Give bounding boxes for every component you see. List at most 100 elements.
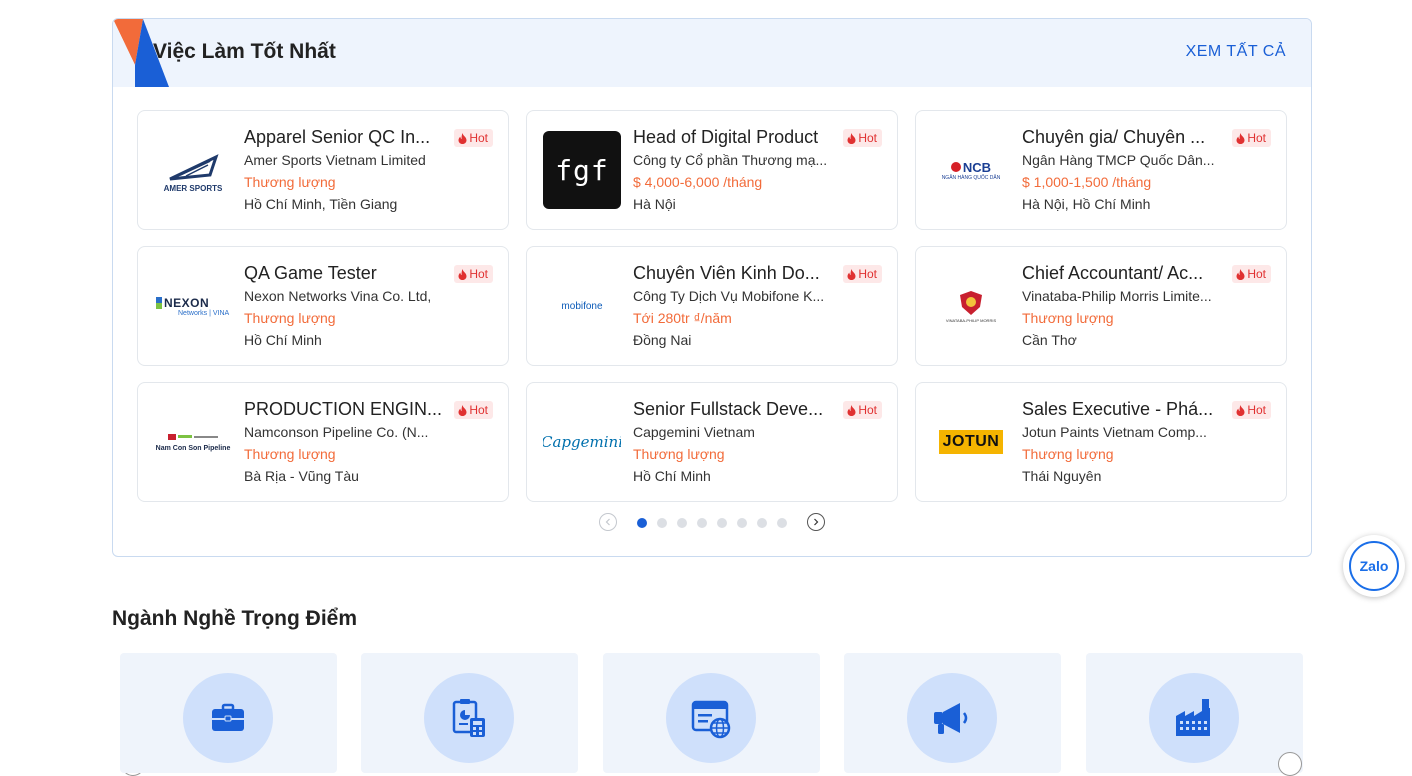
accounting-icon [452, 699, 485, 737]
hot-badge: Hot [454, 401, 493, 419]
job-card[interactable]: mobifone Chuyên Viên Kinh Do... Công Ty … [526, 246, 898, 366]
job-location: Hồ Chí Minh [633, 468, 711, 484]
fire-icon [458, 132, 467, 144]
hot-badge: Hot [843, 401, 882, 419]
fire-icon [847, 404, 856, 416]
job-title[interactable]: Head of Digital Product [633, 126, 833, 148]
job-location: Đồng Nai [633, 332, 692, 348]
company-name: Jotun Paints Vietnam Comp... [1022, 424, 1207, 440]
pager-dot[interactable] [777, 518, 787, 528]
pager-dot[interactable] [677, 518, 687, 528]
fgf-logo: fgf [543, 131, 621, 209]
nexon-logo: NEXON Networks | VINA [154, 267, 232, 345]
pager-dot[interactable] [697, 518, 707, 528]
job-title[interactable]: Chuyên Viên Kinh Do... [633, 262, 833, 284]
zalo-icon: Zalo [1349, 541, 1399, 591]
pager-dot[interactable] [637, 518, 647, 528]
industry-card[interactable] [603, 653, 820, 773]
web-browser-icon [691, 700, 731, 739]
hot-badge: Hot [454, 265, 493, 283]
logo-text: JOTUN [942, 433, 1000, 450]
job-location: Hồ Chí Minh, Tiền Giang [244, 196, 398, 212]
job-card[interactable]: Capgemini Senior Fullstack Deve... Capge… [526, 382, 898, 502]
pager-dot[interactable] [757, 518, 767, 528]
hot-label: Hot [858, 403, 877, 417]
company-name: Capgemini Vietnam [633, 424, 755, 440]
chevron-left-icon [605, 518, 610, 526]
industries-title: Ngành Nghề Trọng Điểm [112, 607, 358, 630]
hot-label: Hot [858, 267, 877, 281]
logo-text: mobifone [561, 300, 603, 312]
industry-card[interactable] [1086, 653, 1303, 773]
pager-dot[interactable] [717, 518, 727, 528]
amer-sports-logo: AMER SPORTS [154, 131, 232, 209]
company-name: Vinataba-Philip Morris Limite... [1022, 288, 1212, 304]
panel-header: Việc Làm Tốt Nhất XEM TẤT CẢ [113, 19, 1311, 87]
company-name: Ngân Hàng TMCP Quốc Dân... [1022, 152, 1215, 168]
best-jobs-panel: Việc Làm Tốt Nhất XEM TẤT CẢ AMER SPORTS… [112, 18, 1312, 557]
industry-card[interactable] [844, 653, 1061, 773]
salary: Thương lượng [1022, 310, 1114, 326]
hot-badge: Hot [454, 129, 493, 147]
logo-subtext: Networks | VINA [178, 309, 230, 317]
pager-dot[interactable] [737, 518, 747, 528]
job-title[interactable]: Sales Executive - Phá... [1022, 398, 1222, 420]
job-location: Hà Nội, Hồ Chí Minh [1022, 196, 1151, 212]
zalo-label: Zalo [1359, 558, 1389, 574]
icon-circle [424, 673, 514, 763]
company-name: Công Ty Dịch Vụ Mobifone K... [633, 288, 825, 304]
chevron-right-icon [814, 518, 819, 526]
namconson-logo: Nam Con Son Pipeline [154, 403, 232, 481]
industry-card[interactable] [361, 653, 578, 773]
pager-dot[interactable] [657, 518, 667, 528]
vinataba-emblem-icon [960, 290, 982, 315]
prev-page-button[interactable] [599, 513, 617, 531]
hot-label: Hot [469, 403, 488, 417]
fire-icon [1236, 268, 1245, 280]
hot-badge: Hot [843, 129, 882, 147]
job-card[interactable]: JOTUN Sales Executive - Phá... Jotun Pai… [915, 382, 1287, 502]
hot-badge: Hot [1232, 129, 1271, 147]
factory-icon [1176, 699, 1210, 736]
job-title[interactable]: Apparel Senior QC In... [244, 126, 444, 148]
company-name: Nexon Networks Vina Co. Ltd, [244, 288, 432, 304]
panel-title: Việc Làm Tốt Nhất [153, 40, 336, 63]
job-title[interactable]: QA Game Tester [244, 262, 444, 284]
fire-icon [1236, 404, 1245, 416]
next-page-button[interactable] [807, 513, 825, 531]
salary: $ 1,000-1,500 /tháng [1022, 174, 1152, 190]
salary: Tới 280tr ₫/năm [633, 310, 732, 326]
salary: Thương lượng [1022, 446, 1114, 462]
zalo-chat-button[interactable]: Zalo [1343, 535, 1405, 597]
fire-icon [458, 268, 467, 280]
hot-badge: Hot [1232, 265, 1271, 283]
job-title[interactable]: PRODUCTION ENGIN... [244, 398, 444, 420]
icon-circle [1149, 673, 1239, 763]
job-location: Cần Thơ [1022, 332, 1077, 348]
carousel-pager [599, 513, 827, 533]
capgemini-logo: Capgemini [543, 403, 621, 481]
logo-subtext: NGÂN HÀNG QUỐC DÂN [941, 174, 1001, 181]
job-card[interactable]: Nam Con Son Pipeline PRODUCTION ENGIN...… [137, 382, 509, 502]
fire-icon [1236, 132, 1245, 144]
salary: Thương lượng [244, 310, 336, 326]
job-card[interactable]: VINATABA-PHILIP MORRIS Chief Accountant/… [915, 246, 1287, 366]
job-title[interactable]: Chief Accountant/ Ac... [1022, 262, 1222, 284]
industry-card[interactable] [120, 653, 337, 773]
fire-icon [847, 268, 856, 280]
hot-badge: Hot [1232, 401, 1271, 419]
icon-circle [183, 673, 273, 763]
industries-next-button[interactable] [1278, 752, 1302, 776]
job-card[interactable]: NCB NGÂN HÀNG QUỐC DÂN Chuyên gia/ Chuyê… [915, 110, 1287, 230]
see-all-link[interactable]: XEM TẤT CẢ [1186, 43, 1286, 61]
job-card[interactable]: NEXON Networks | VINA QA Game Tester Nex… [137, 246, 509, 366]
job-title[interactable]: Senior Fullstack Deve... [633, 398, 833, 420]
icon-circle [907, 673, 997, 763]
hot-label: Hot [1247, 131, 1266, 145]
job-title[interactable]: Chuyên gia/ Chuyên ... [1022, 126, 1222, 148]
logo-text: VINATABA-PHILIP MORRIS [945, 317, 997, 323]
job-card[interactable]: AMER SPORTS Apparel Senior QC In... Amer… [137, 110, 509, 230]
hot-label: Hot [469, 267, 488, 281]
logo-text: NEXON [164, 295, 210, 310]
job-card[interactable]: fgf Head of Digital Product Công ty Cổ p… [526, 110, 898, 230]
